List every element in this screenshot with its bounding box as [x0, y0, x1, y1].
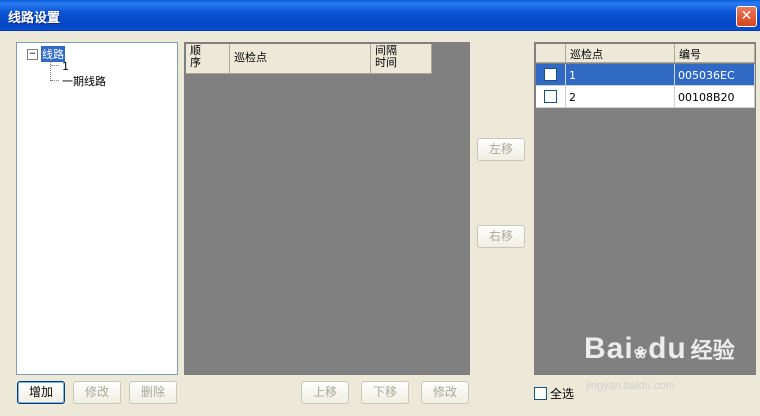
column-header-point[interactable]: 巡检点	[566, 44, 675, 63]
delete-button[interactable]: 删除	[129, 381, 177, 404]
title-bar: 线路设置 ✕	[0, 0, 760, 31]
row-checkbox[interactable]	[544, 90, 557, 103]
table-row[interactable]: 1 005036EC	[536, 64, 755, 86]
move-right-button[interactable]: 右移	[477, 225, 525, 248]
tree-connector	[51, 80, 59, 81]
tree-connector	[51, 65, 59, 66]
watermark-cn: 经验	[690, 339, 735, 364]
close-icon: ✕	[740, 8, 753, 24]
grid-header: 顺 序 巡检点 间隔 时间	[186, 44, 432, 74]
row-checkbox-cell[interactable]	[536, 86, 566, 108]
row-checkbox[interactable]	[544, 68, 557, 81]
add-button[interactable]: 增加	[17, 381, 65, 404]
collapse-icon[interactable]: −	[27, 49, 38, 60]
column-header-interval[interactable]: 间隔 时间	[371, 44, 432, 74]
column-header-check	[536, 44, 566, 63]
point-cell: 2	[566, 86, 675, 108]
watermark-brand2: du	[648, 332, 687, 365]
select-all-label: 全选	[550, 387, 575, 401]
select-all-checkbox[interactable]: 全选	[534, 385, 574, 402]
grid-header: 巡检点 编号	[536, 44, 755, 63]
row-checkbox-cell[interactable]	[536, 64, 566, 86]
route-tree[interactable]: − 线路 1 一期线路	[16, 42, 178, 375]
code-cell: 005036EC	[675, 64, 755, 86]
tree-item[interactable]: 1	[62, 60, 69, 73]
code-cell: 00108B20	[675, 86, 755, 108]
edit-route-button[interactable]: 修改	[73, 381, 121, 404]
watermark-brand: Bai	[584, 332, 634, 365]
watermark-url: jingyan.baidu.com	[586, 380, 675, 392]
point-cell: 1	[566, 64, 675, 86]
route-points-grid[interactable]: 顺 序 巡检点 间隔 时间	[184, 42, 470, 375]
checkbox-box[interactable]	[534, 387, 547, 400]
move-down-button[interactable]: 下移	[361, 381, 409, 404]
move-up-button[interactable]: 上移	[301, 381, 349, 404]
tree-connector	[50, 59, 51, 81]
watermark: Bai❀du 经验	[584, 332, 735, 366]
column-header-point[interactable]: 巡检点	[230, 44, 371, 74]
edit-point-button[interactable]: 修改	[421, 381, 469, 404]
paw-icon: ❀	[633, 345, 649, 362]
move-left-button[interactable]: 左移	[477, 138, 525, 161]
column-header-order[interactable]: 顺 序	[186, 44, 230, 74]
table-row[interactable]: 2 00108B20	[536, 86, 755, 108]
available-points-grid[interactable]: 巡检点 编号 1 005036EC 2 00108B20	[534, 42, 756, 375]
tree-item[interactable]: 一期线路	[62, 73, 106, 89]
window-title: 线路设置	[8, 11, 61, 26]
column-header-code[interactable]: 编号	[675, 44, 755, 63]
close-button[interactable]: ✕	[736, 6, 757, 27]
